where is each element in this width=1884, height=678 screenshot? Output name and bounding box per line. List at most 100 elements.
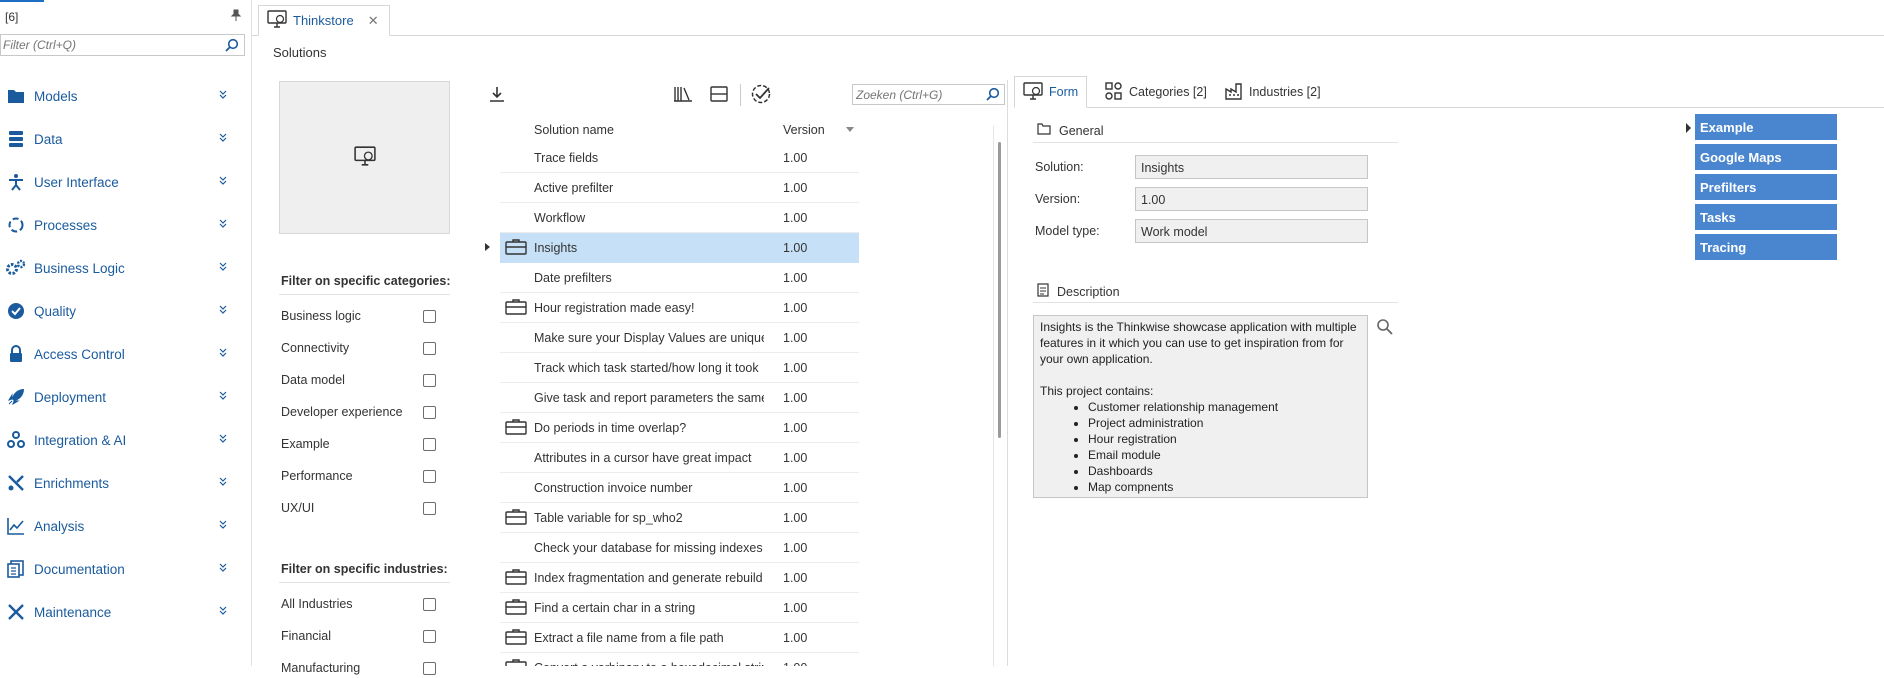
- filter-option[interactable]: Manufacturing: [281, 658, 436, 678]
- library-icon[interactable]: [671, 82, 695, 106]
- table-row[interactable]: Hour registration made easy! 1.00: [500, 293, 859, 323]
- filter-option[interactable]: Financial: [281, 626, 436, 646]
- filter-option[interactable]: All Industries: [281, 594, 436, 614]
- documentation-icon: [5, 558, 27, 580]
- table-row[interactable]: Construction invoice number 1.00: [500, 473, 859, 503]
- solution-label: Solution:: [1035, 160, 1084, 174]
- sort-arrow-icon[interactable]: [846, 127, 854, 132]
- general-group-header[interactable]: General: [1037, 123, 1103, 138]
- nav-item-processes[interactable]: Processes: [0, 208, 245, 242]
- quality-check-icon: [5, 300, 27, 322]
- filter-option[interactable]: Developer experience: [281, 402, 436, 422]
- table-row[interactable]: Do periods in time overlap? 1.00: [500, 413, 859, 443]
- tab-categories[interactable]: Categories [2]: [1097, 76, 1215, 108]
- column-header-version[interactable]: Version: [783, 123, 825, 137]
- table-row[interactable]: Date prefilters 1.00: [500, 263, 859, 293]
- table-row[interactable]: Attributes in a cursor have great impact…: [500, 443, 859, 473]
- related-solution-chip[interactable]: Prefilters: [1695, 174, 1837, 202]
- table-row[interactable]: Check your database for missing indexes 1…: [500, 533, 859, 563]
- nav-item-quality[interactable]: Quality: [0, 294, 245, 328]
- card-view-icon[interactable]: [707, 82, 731, 106]
- table-row[interactable]: Give task and report parameters the same…: [500, 383, 859, 413]
- filter-option[interactable]: Performance: [281, 466, 436, 486]
- description-group-header[interactable]: Description: [1037, 283, 1120, 300]
- table-row[interactable]: Make sure your Display Values are unique…: [500, 323, 859, 353]
- description-list: Customer relationship managementProject …: [1040, 399, 1361, 497]
- filter-checkbox[interactable]: [423, 341, 436, 355]
- description-list-item: Hour registration: [1088, 431, 1361, 447]
- filter-option-label: All Industries: [281, 597, 353, 611]
- validate-icon[interactable]: [749, 82, 773, 106]
- table-row[interactable]: Table variable for sp_who2 1.00: [500, 503, 859, 533]
- nav-item-deployment[interactable]: Deployment: [0, 380, 245, 414]
- table-row[interactable]: Track which task started/how long it too…: [500, 353, 859, 383]
- related-solution-chip[interactable]: Tracing: [1695, 234, 1837, 262]
- filter-checkbox[interactable]: [423, 437, 436, 451]
- table-row[interactable]: Insights 1.00: [485, 233, 859, 263]
- table-row[interactable]: Trace fields 1.00: [500, 143, 859, 173]
- zoom-icon[interactable]: [1376, 318, 1393, 338]
- grid-scrollbar[interactable]: [993, 126, 1005, 666]
- nav-item-label: Analysis: [34, 518, 85, 534]
- nav-item-maintenance[interactable]: Maintenance: [0, 595, 245, 629]
- nav-count: [6]: [5, 10, 19, 24]
- pin-icon[interactable]: [230, 9, 242, 21]
- related-solution-chip[interactable]: Google Maps: [1695, 144, 1837, 172]
- filter-option[interactable]: Example: [281, 434, 436, 454]
- filter-checkbox[interactable]: [423, 405, 436, 419]
- grid-search-input[interactable]: [853, 85, 981, 104]
- description-field[interactable]: Insights is the Thinkwise showcase appli…: [1033, 315, 1368, 498]
- scrollbar-thumb[interactable]: [998, 142, 1001, 438]
- version-field[interactable]: 1.00: [1135, 187, 1368, 211]
- filter-checkbox[interactable]: [423, 597, 436, 611]
- download-icon[interactable]: [485, 82, 509, 106]
- nav-item-documentation[interactable]: Documentation: [0, 552, 245, 586]
- model-type-field[interactable]: Work model: [1135, 219, 1368, 243]
- filter-option[interactable]: Connectivity: [281, 338, 436, 358]
- filter-option[interactable]: Data model: [281, 370, 436, 390]
- solution-name-cell: Find a certain char in a string: [534, 601, 696, 615]
- nav-filter-input[interactable]: [1, 35, 216, 55]
- table-row[interactable]: Active prefilter 1.00: [500, 173, 859, 203]
- nav-item-business-logic[interactable]: Business Logic: [0, 251, 245, 285]
- nav-item-data[interactable]: Data: [0, 122, 245, 156]
- pane-splitter[interactable]: [1007, 80, 1008, 666]
- filter-option-label: Manufacturing: [281, 661, 361, 675]
- table-row[interactable]: Index fragmentation and generate rebuild…: [500, 563, 859, 593]
- tab-industries[interactable]: Industries [2]: [1217, 76, 1329, 108]
- chevron-down-icon: [219, 476, 227, 490]
- search-icon[interactable]: [225, 38, 239, 55]
- filter-option[interactable]: UX/UI: [281, 498, 436, 518]
- filter-checkbox[interactable]: [423, 661, 436, 675]
- related-solution-chip[interactable]: Example: [1695, 114, 1837, 142]
- nav-item-integration-ai[interactable]: Integration & AI: [0, 423, 245, 457]
- filter-checkbox[interactable]: [423, 469, 436, 483]
- filter-checkbox[interactable]: [423, 501, 436, 515]
- description-list-item: Map compnents: [1088, 479, 1361, 495]
- nav-item-analysis[interactable]: Analysis: [0, 509, 245, 543]
- column-header-solution-name[interactable]: Solution name: [534, 123, 614, 137]
- table-row[interactable]: Workflow 1.00: [500, 203, 859, 233]
- filter-checkbox[interactable]: [423, 373, 436, 387]
- nav-item-enrichments[interactable]: Enrichments: [0, 466, 245, 500]
- version-cell: 1.00: [783, 421, 808, 435]
- table-row[interactable]: Convert a varbinary to a hexadecimal str…: [500, 653, 859, 666]
- table-row[interactable]: Extract a file name from a file path 1.00: [500, 623, 859, 653]
- close-icon[interactable]: ✕: [368, 13, 379, 29]
- search-icon[interactable]: [986, 87, 1000, 104]
- nav-item-access-control[interactable]: Access Control: [0, 337, 245, 371]
- nav-item-user-interface[interactable]: User Interface: [0, 165, 245, 199]
- folder-icon: [5, 85, 27, 107]
- tab-thinkstore[interactable]: Thinkstore ✕: [258, 5, 390, 36]
- database-icon: [5, 128, 27, 150]
- version-cell: 1.00: [783, 541, 808, 555]
- filter-option[interactable]: Business logic: [281, 306, 436, 326]
- filter-checkbox[interactable]: [423, 309, 436, 323]
- related-solution-chip[interactable]: Tasks: [1695, 204, 1837, 232]
- table-row[interactable]: Find a certain char in a string 1.00: [500, 593, 859, 623]
- tab-form[interactable]: Form: [1014, 76, 1088, 108]
- tools-icon: [5, 472, 27, 494]
- nav-item-models[interactable]: Models: [0, 79, 245, 113]
- solution-field[interactable]: Insights: [1135, 155, 1368, 179]
- filter-checkbox[interactable]: [423, 629, 436, 643]
